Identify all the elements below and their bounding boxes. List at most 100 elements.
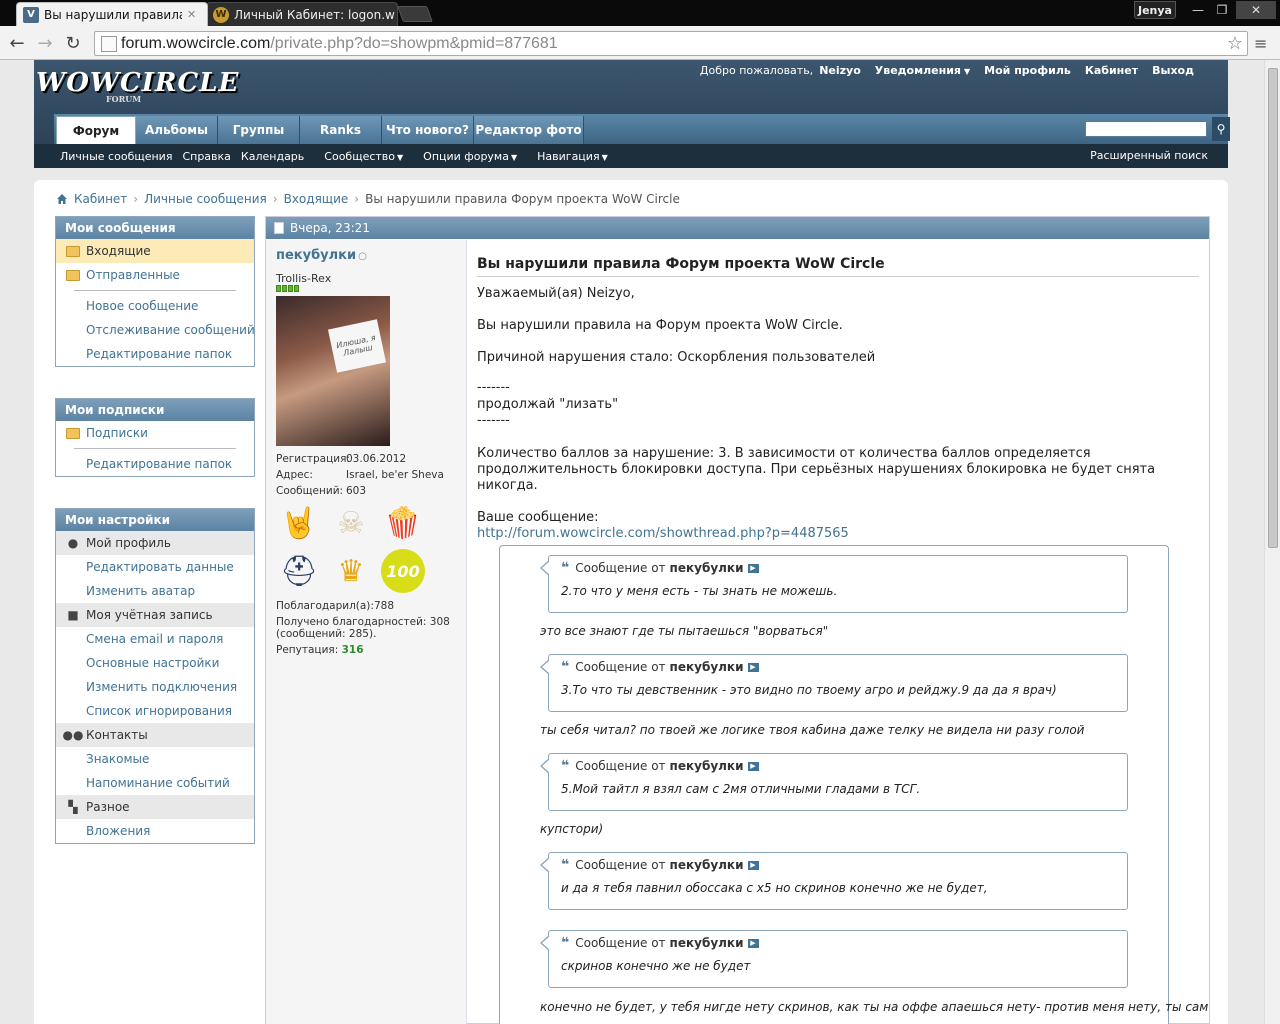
- address-bar[interactable]: forum.wowcircle.com/private.php?do=showp…: [94, 31, 1248, 56]
- sidebar-item-subscriptions[interactable]: Подписки: [56, 421, 254, 445]
- home-icon[interactable]: [56, 193, 68, 205]
- tab-groups[interactable]: Группы: [218, 116, 300, 144]
- search-input[interactable]: [1085, 121, 1207, 137]
- sidebar-item-change-email[interactable]: Смена email и пароля: [56, 627, 254, 651]
- original-post-link[interactable]: http://forum.wowcircle.com/showthread.ph…: [477, 526, 849, 542]
- subnav-forum-options[interactable]: Опции форума ▼: [413, 150, 517, 163]
- offline-status-icon: ○: [358, 251, 367, 262]
- maximize-icon[interactable]: ❐: [1210, 1, 1234, 19]
- sidebar-item-attachments[interactable]: Вложения: [56, 819, 254, 843]
- popcorn-award-icon[interactable]: 🍿: [380, 500, 426, 546]
- browser-tab[interactable]: W Личный Кабинет: logon.w: [206, 2, 398, 26]
- contacts-icon: ●●: [62, 728, 84, 742]
- sidebar-group-misc: ▚ Разное: [56, 795, 254, 819]
- tab-whats-new[interactable]: Что нового?: [382, 116, 474, 144]
- quote-author[interactable]: пекубулки: [670, 936, 744, 950]
- quote-author[interactable]: пекубулки: [670, 660, 744, 674]
- quote-author[interactable]: пекубулки: [670, 759, 744, 773]
- view-post-icon[interactable]: ▶: [747, 662, 759, 672]
- search-icon[interactable]: ⚲: [1212, 117, 1230, 141]
- subnav-help[interactable]: Справка: [182, 150, 230, 163]
- sidebar-item-change-avatar[interactable]: Изменить аватар: [56, 579, 254, 603]
- welcome-text: Добро пожаловать, Neizyo: [699, 64, 861, 77]
- subnav-navigation[interactable]: Навигация ▼: [527, 150, 608, 163]
- author-link[interactable]: пекубулки ○: [276, 248, 367, 263]
- quote-icon: ❝: [561, 659, 570, 675]
- breadcrumb-private-messages[interactable]: Личные сообщения: [144, 192, 267, 206]
- folder-icon: [66, 245, 80, 257]
- quote-text: 2.то что у меня есть - ты знать не можеш…: [561, 584, 838, 598]
- view-post-icon[interactable]: ▶: [747, 860, 759, 870]
- quote-author[interactable]: пекубулки: [670, 561, 744, 575]
- quoted-message-frame: ❝ Сообщение от пекубулки ▶ 2.то что у меня …: [499, 545, 1208, 1024]
- subnav-calendar[interactable]: Календарь: [241, 150, 304, 163]
- avatar[interactable]: Илюша, я Лалыш: [276, 296, 390, 446]
- sub-navbar: Личные сообщения Справка Календарь Сообщ…: [34, 144, 1228, 168]
- tab-albums[interactable]: Альбомы: [136, 116, 218, 144]
- page-scrollbar[interactable]: [1264, 60, 1280, 1024]
- quote-block: ❝ Сообщение от пекубулки ▶ 3.То что ты девс…: [540, 654, 1128, 712]
- sidebar-item-inbox[interactable]: Входящие: [56, 239, 254, 263]
- rock-hand-award-icon[interactable]: 🤘: [276, 500, 322, 546]
- stat-registration: Регистрация: 03.06.2012: [276, 453, 407, 465]
- minimize-icon[interactable]: —: [1186, 1, 1210, 19]
- user-icon: ●: [67, 536, 79, 550]
- text-line: Причиной нарушения стало: Оскорбления по…: [477, 350, 876, 365]
- crown-award-icon[interactable]: ♛: [328, 548, 374, 594]
- wrench-menu-icon[interactable]: ≡: [1254, 34, 1272, 53]
- profile-badge[interactable]: Jenya: [1134, 1, 1176, 19]
- view-post-icon[interactable]: ▶: [747, 563, 759, 573]
- url-text[interactable]: forum.wowcircle.com/private.php?do=showp…: [121, 35, 1227, 53]
- tab-photo-editor[interactable]: Редактор фото: [474, 116, 584, 144]
- skull-award-icon[interactable]: ☠: [328, 500, 374, 546]
- sidebar-item-track-messages[interactable]: Отслеживание сообщений: [56, 318, 255, 342]
- private-message: Вчера, 23:21 пекубулки ○ Trollis-Rex Илюш…: [265, 216, 1210, 1024]
- back-arrow-icon[interactable]: ←: [6, 32, 28, 54]
- breadcrumb-inbox[interactable]: Входящие: [284, 192, 349, 206]
- sidebar-item-edit-folders[interactable]: Редактирование папок: [56, 342, 254, 366]
- folder-icon: [66, 427, 80, 439]
- sidebar-item-event-reminders[interactable]: Напоминание событий: [56, 771, 254, 795]
- 100-award-icon[interactable]: 100: [380, 548, 426, 594]
- stat-posts: Сообщений: 603: [276, 485, 367, 497]
- username-link[interactable]: Neizyo: [819, 64, 861, 77]
- tab-ranks[interactable]: Ranks: [300, 116, 382, 144]
- text-line: продолжительность блокировки доступа. Пр…: [477, 462, 1156, 477]
- browser-tab-active[interactable]: V Вы нарушили правила Ф ✕: [16, 2, 208, 26]
- advanced-search-link[interactable]: Расширенный поиск: [1090, 149, 1208, 162]
- view-post-icon[interactable]: ▶: [747, 761, 759, 771]
- view-post-icon[interactable]: ▶: [747, 938, 759, 948]
- subnav-private-messages[interactable]: Личные сообщения: [60, 150, 172, 163]
- notifications-link[interactable]: Уведомления ▼: [875, 64, 970, 77]
- reload-icon[interactable]: ↻: [62, 32, 84, 54]
- quote-block: ❝ Сообщение от пекубулки ▶ скринов конечно …: [540, 930, 1128, 988]
- sidebar-item-edit-data[interactable]: Редактировать данные: [56, 555, 254, 579]
- sidebar-item-new-message[interactable]: Новое сообщение: [56, 294, 254, 318]
- breadcrumb-current: Вы нарушили правила Форум проекта WoW Ci…: [365, 192, 680, 206]
- helmet-award-icon[interactable]: ⛑: [276, 548, 322, 594]
- sidebar-item-ignore-list[interactable]: Список игнорирования: [56, 699, 254, 723]
- sidebar-item-friends[interactable]: Знакомые: [56, 747, 254, 771]
- close-icon[interactable]: ✕: [187, 8, 201, 21]
- forward-arrow-icon[interactable]: →: [34, 32, 56, 54]
- new-tab-button[interactable]: [397, 6, 433, 22]
- sidebar-item-connections[interactable]: Изменить подключения: [56, 675, 254, 699]
- breadcrumb-cabinet[interactable]: Кабинет: [74, 192, 127, 206]
- subnav-community[interactable]: Сообщество ▼: [314, 150, 403, 163]
- tab-title: Личный Кабинет: logon.w: [234, 7, 395, 22]
- quote-author[interactable]: пекубулки: [670, 858, 744, 872]
- reply-text: конечно не будет, у тебя нигде нету скри…: [540, 1000, 1209, 1014]
- document-icon: [274, 222, 284, 234]
- sidebar-item-sent[interactable]: Отправленные: [56, 263, 254, 287]
- tab-forum[interactable]: Форум: [56, 116, 136, 144]
- window-close-icon[interactable]: ✕: [1236, 1, 1276, 19]
- sidebar-item-edit-folders[interactable]: Редактирование папок: [56, 452, 254, 476]
- sidebar-item-basic-settings[interactable]: Основные настройки: [56, 651, 254, 675]
- quote-text: 3.То что ты девственник - это видно по т…: [561, 683, 1057, 697]
- text-line: -------: [477, 413, 510, 428]
- logout-link[interactable]: Выход: [1152, 64, 1194, 77]
- bookmark-star-icon[interactable]: ☆: [1227, 33, 1243, 54]
- my-profile-link[interactable]: Мой профиль: [984, 64, 1071, 77]
- cabinet-link[interactable]: Кабинет: [1085, 64, 1138, 77]
- scrollbar-thumb[interactable]: [1268, 68, 1278, 548]
